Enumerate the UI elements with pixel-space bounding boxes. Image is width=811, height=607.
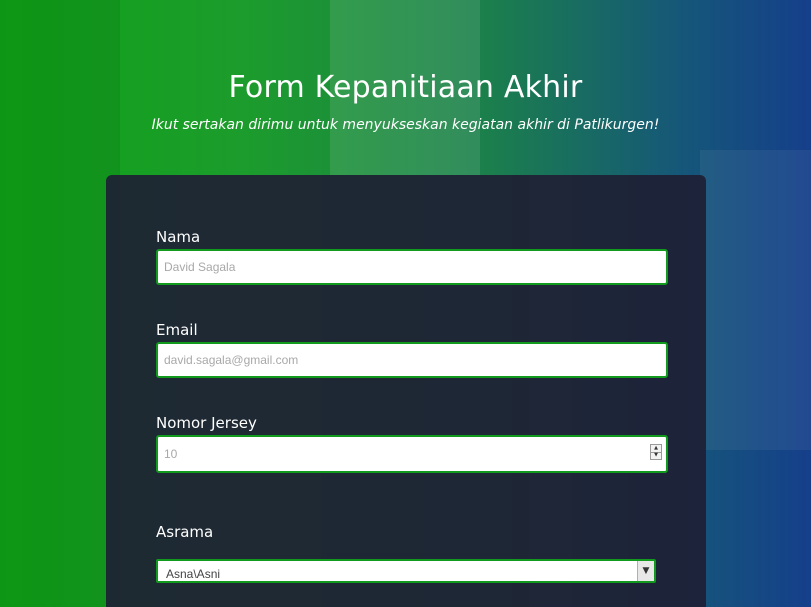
asrama-selected-value: Asna\Asni xyxy=(166,567,221,581)
nama-label: Nama xyxy=(156,228,201,246)
asrama-label: Asrama xyxy=(156,523,214,541)
nama-input[interactable] xyxy=(156,249,668,285)
jersey-stepper[interactable]: ▲ ▼ xyxy=(650,444,662,460)
jersey-input[interactable] xyxy=(156,435,668,473)
page-header: Form Kepanitiaan Akhir Ikut sertakan dir… xyxy=(0,70,811,133)
email-input[interactable] xyxy=(156,342,668,378)
right-building-shape xyxy=(700,150,811,450)
form-card: Nama Email Nomor Jersey ▲ ▼ Asrama Asna\… xyxy=(106,175,706,607)
jersey-number-field: ▲ ▼ xyxy=(156,435,668,473)
chevron-down-icon[interactable]: ▼ xyxy=(637,561,654,581)
jersey-label: Nomor Jersey xyxy=(156,414,257,432)
email-label: Email xyxy=(156,321,198,339)
stepper-down-icon[interactable]: ▼ xyxy=(651,451,661,460)
asrama-select[interactable]: Asna\Asni ▼ xyxy=(156,559,656,583)
page-subtitle: Ikut sertakan dirimu untuk menyukseskan … xyxy=(151,117,660,133)
page-title: Form Kepanitiaan Akhir xyxy=(228,70,583,105)
